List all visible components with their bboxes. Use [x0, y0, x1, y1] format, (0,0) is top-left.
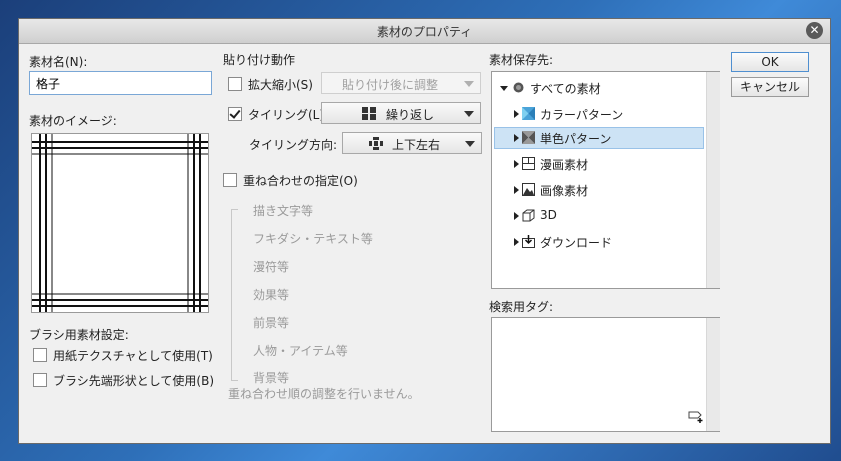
expand-arrow-icon[interactable] [500, 86, 508, 91]
close-icon[interactable]: ✕ [806, 22, 823, 39]
order-item: フキダシ・テキスト等 [253, 232, 373, 246]
tiling-label: タイリング(L) [248, 108, 325, 122]
tree-item-download[interactable]: ダウンロード [494, 231, 704, 253]
storage-tree: すべての素材 カラーパターン 単色パターン 漫画素材 画像素材 3D ダウンロー… [491, 71, 720, 289]
collapse-arrow-icon[interactable] [514, 110, 519, 118]
tree-item-root[interactable]: すべての素材 [494, 77, 704, 99]
tree-item-label: カラーパターン [540, 108, 624, 122]
material-properties-dialog: 素材のプロパティ ✕ 素材名(N): 素材のイメージ: ブラシ用素材設定: [18, 18, 831, 444]
tree-item-manga[interactable]: 漫画素材 [494, 153, 704, 175]
title-bar[interactable]: 素材のプロパティ ✕ [19, 19, 830, 44]
paper-texture-label: 用紙テクスチャとして使用(T) [53, 349, 213, 363]
overlay-checkbox[interactable] [223, 173, 237, 187]
brush-settings-label: ブラシ用素材設定: [29, 328, 129, 342]
chevron-down-icon [464, 111, 474, 117]
search-tags-label: 検索用タグ: [489, 300, 554, 314]
cube-icon [522, 209, 535, 222]
storage-location-label: 素材保存先: [489, 53, 554, 67]
tiling-checkbox[interactable] [228, 107, 242, 121]
material-name-input[interactable] [29, 71, 212, 95]
brush-tip-label: ブラシ先端形状として使用(B) [53, 374, 214, 388]
tree-item-label: 単色パターン [540, 132, 612, 146]
tree-item-mono-pattern[interactable]: 単色パターン [494, 127, 704, 149]
order-item: 背景等 [253, 371, 290, 385]
scale-dropdown[interactable]: 貼り付け後に調整 [321, 72, 481, 94]
search-tags-area[interactable] [491, 317, 720, 432]
tiling-direction-label: タイリング方向: [249, 138, 338, 152]
mono-pattern-icon [522, 131, 535, 144]
tree-item-color-pattern[interactable]: カラーパターン [494, 103, 704, 125]
manga-icon [522, 157, 535, 170]
collapse-arrow-icon[interactable] [514, 134, 519, 142]
chevron-down-icon [464, 81, 474, 87]
paper-texture-checkbox[interactable] [33, 348, 47, 362]
order-item: 漫符等 [253, 260, 290, 274]
material-name-label: 素材名(N): [29, 55, 88, 69]
paste-behavior-label: 貼り付け動作 [223, 53, 296, 67]
tags-scrollbar[interactable] [706, 318, 720, 431]
tree-item-3d[interactable]: 3D [494, 205, 704, 227]
material-image-label: 素材のイメージ: [29, 114, 117, 128]
dialog-title: 素材のプロパティ [376, 25, 473, 39]
material-image-preview [31, 133, 209, 313]
tiling-direction-dropdown[interactable]: 上下左右 [342, 132, 482, 154]
order-bracket [231, 209, 238, 381]
overlay-label: 重ね合わせの指定(O) [243, 174, 358, 188]
cancel-button[interactable]: キャンセル [731, 77, 809, 97]
tiling-direction-value: 上下左右 [391, 138, 440, 152]
tree-item-label: 漫画素材 [540, 158, 589, 172]
tree-scrollbar[interactable] [706, 72, 720, 288]
grid-pattern-preview [32, 134, 208, 312]
order-item: 前景等 [253, 316, 290, 330]
collapse-arrow-icon[interactable] [514, 238, 519, 246]
order-item: 描き文字等 [253, 204, 314, 218]
download-icon [522, 235, 535, 248]
add-tag-icon[interactable] [688, 410, 704, 424]
tree-item-label: ダウンロード [540, 236, 613, 250]
order-note: 重ね合わせ順の調整を行いません。 [228, 387, 420, 401]
ok-button[interactable]: OK [731, 52, 809, 72]
tree-item-label: 画像素材 [540, 184, 589, 198]
order-item: 効果等 [253, 288, 290, 302]
folder-circle-icon [513, 82, 524, 93]
chevron-down-icon [465, 141, 475, 147]
scale-label: 拡大縮小(S) [248, 78, 313, 92]
collapse-arrow-icon[interactable] [514, 186, 519, 194]
tiling-dropdown-value: 繰り返し [385, 108, 434, 122]
image-icon [522, 183, 535, 196]
scale-dropdown-value: 貼り付け後に調整 [341, 78, 438, 92]
tree-item-label: すべての素材 [530, 82, 601, 96]
collapse-arrow-icon[interactable] [514, 212, 519, 220]
tiling-dropdown[interactable]: 繰り返し [321, 102, 481, 124]
tree-item-label: 3D [540, 208, 557, 222]
scale-checkbox[interactable] [228, 77, 242, 91]
color-pattern-icon [522, 107, 535, 120]
tree-item-image[interactable]: 画像素材 [494, 179, 704, 201]
brush-tip-checkbox[interactable] [33, 373, 47, 387]
order-item: 人物・アイテム等 [253, 344, 348, 358]
collapse-arrow-icon[interactable] [514, 160, 519, 168]
